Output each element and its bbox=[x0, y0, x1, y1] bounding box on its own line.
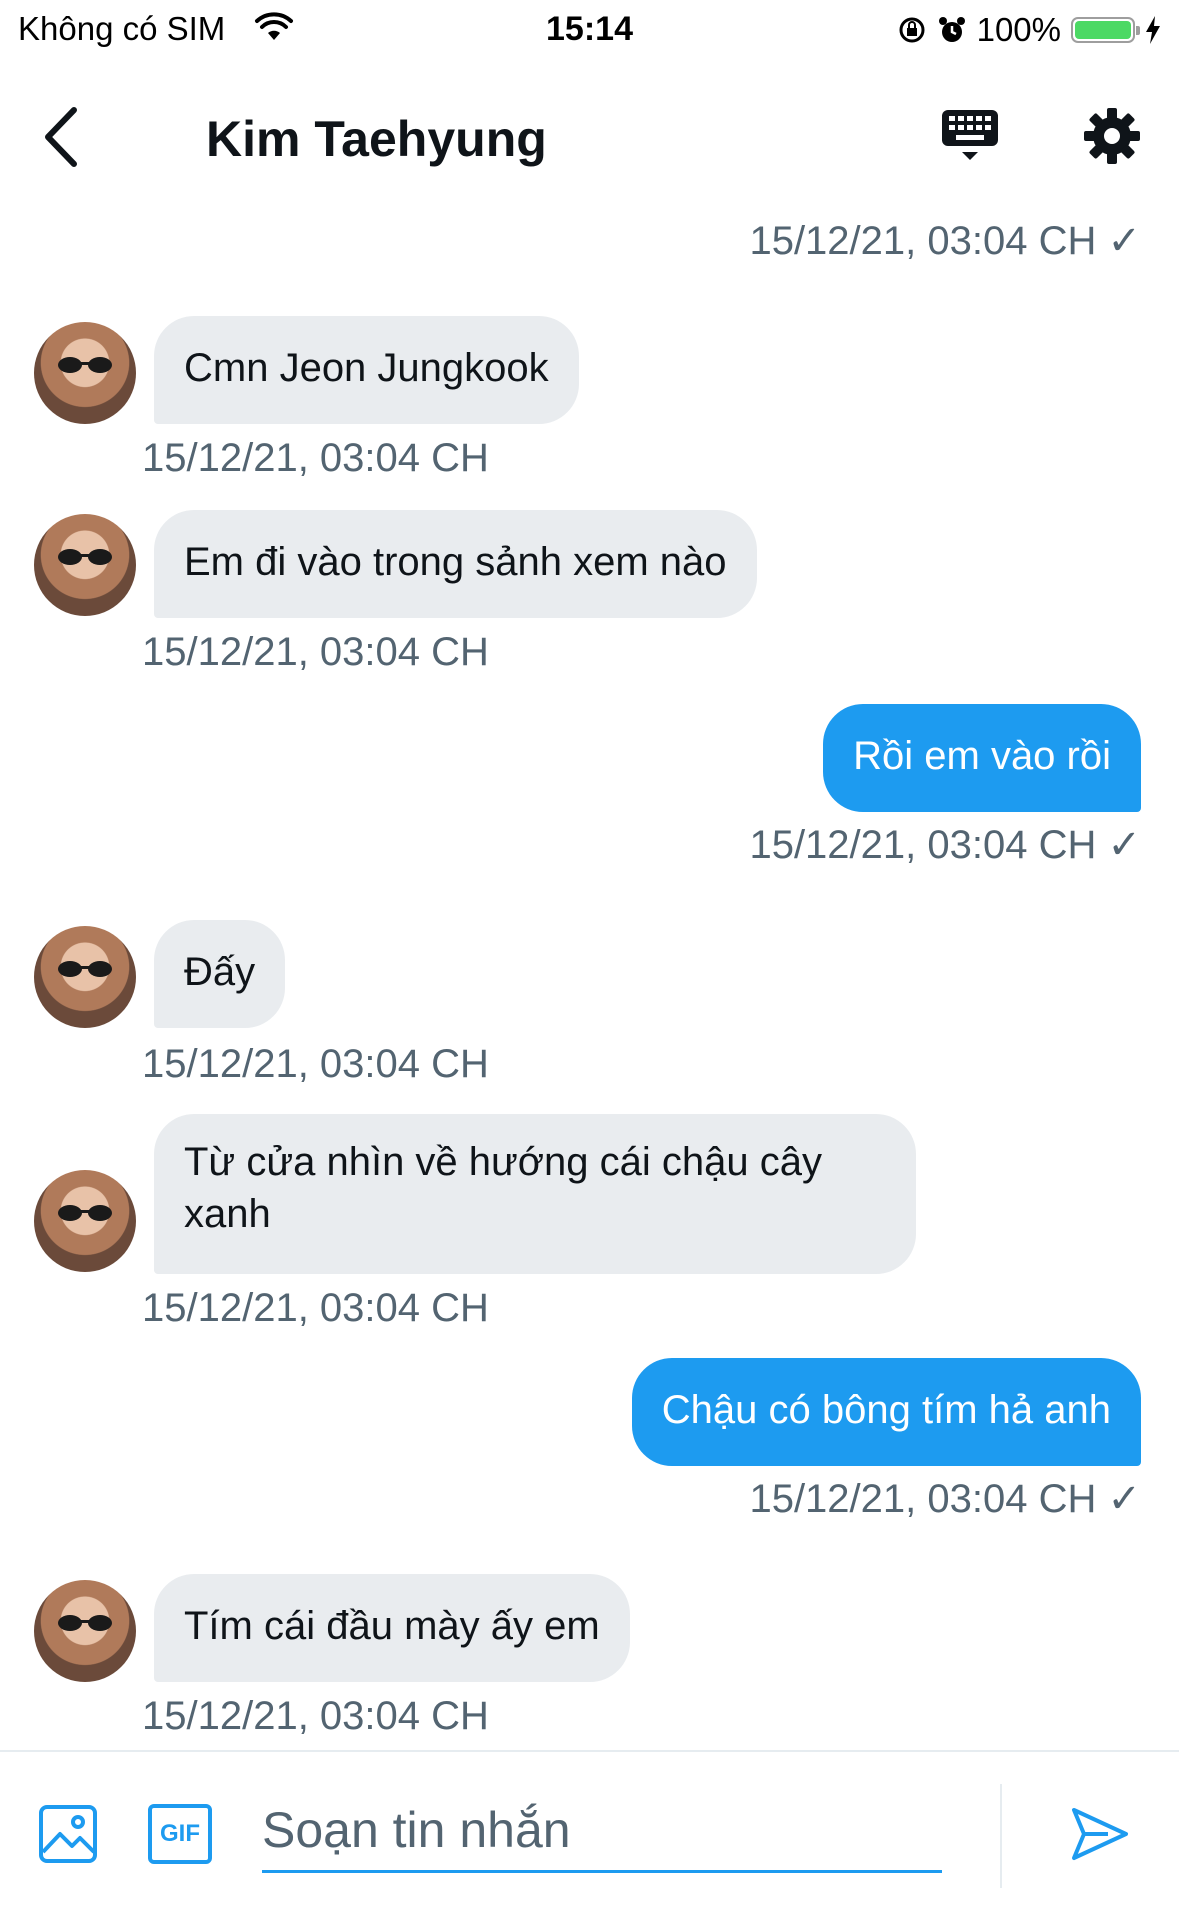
incoming-message-bubble[interactable]: Đấy bbox=[154, 920, 286, 1028]
avatar[interactable] bbox=[34, 322, 136, 424]
avatar[interactable] bbox=[34, 1580, 136, 1682]
message-timestamp: 15/12/21, 03:04 CH ✓ bbox=[749, 1477, 1141, 1521]
alarm-icon bbox=[938, 17, 965, 42]
message-timestamp: 15/12/21, 03:04 CH ✓ bbox=[749, 823, 1141, 867]
charging-icon bbox=[1146, 16, 1160, 44]
avatar[interactable] bbox=[34, 926, 136, 1028]
back-arrow-icon[interactable] bbox=[38, 102, 88, 172]
avatar[interactable] bbox=[34, 514, 136, 616]
composer-divider bbox=[1000, 1784, 1002, 1888]
outgoing-message-bubble[interactable]: Chậu có bông tím hả anh bbox=[631, 1358, 1141, 1466]
message-text: Rồi em vào rồi bbox=[853, 734, 1111, 778]
gif-label: GIF bbox=[160, 1820, 200, 1847]
sunglasses-icon bbox=[58, 961, 112, 977]
message-text: Cmn Jeon Jungkook bbox=[184, 346, 549, 390]
battery-icon bbox=[1071, 17, 1140, 43]
gif-button[interactable]: GIF bbox=[148, 1804, 212, 1864]
sunglasses-icon bbox=[58, 549, 112, 565]
message-timestamp: 15/12/21, 03:04 CH ✓ bbox=[749, 219, 1141, 263]
message-text: Đấy bbox=[184, 950, 256, 994]
message-text: Chậu có bông tím hả anh bbox=[661, 1388, 1111, 1432]
message-timestamp: 15/12/21, 03:04 CH bbox=[142, 1694, 489, 1738]
send-icon[interactable] bbox=[1068, 1802, 1132, 1866]
status-bar: Không có SIM 15:14 100% bbox=[0, 0, 1179, 60]
message-timestamp: 15/12/21, 03:04 CH bbox=[142, 1042, 489, 1086]
status-right: 100% bbox=[897, 8, 1161, 52]
rotation-lock-icon bbox=[899, 17, 925, 43]
incoming-message-bubble[interactable]: Cmn Jeon Jungkook bbox=[154, 316, 579, 424]
message-timestamp: 15/12/21, 03:04 CH bbox=[142, 436, 489, 480]
sunglasses-icon bbox=[58, 357, 112, 373]
keyboard-icon[interactable] bbox=[938, 104, 1002, 168]
sunglasses-icon bbox=[58, 1205, 112, 1221]
message-timestamp: 15/12/21, 03:04 CH bbox=[142, 1286, 489, 1330]
message-composer: GIF bbox=[0, 1750, 1179, 1922]
outgoing-message-bubble[interactable]: Rồi em vào rồi bbox=[823, 704, 1141, 812]
contact-name[interactable]: Kim Taehyung bbox=[206, 110, 547, 168]
message-input[interactable] bbox=[262, 1790, 942, 1873]
message-text: Tím cái đầu mày ấy em bbox=[184, 1604, 600, 1648]
conversation-header: Kim Taehyung bbox=[0, 60, 1179, 216]
incoming-message-bubble[interactable]: Em đi vào trong sảnh xem nào bbox=[154, 510, 757, 618]
message-text: Từ cửa nhìn về hướng cái chậu cây xanh bbox=[184, 1140, 822, 1236]
incoming-message-bubble[interactable]: Tím cái đầu mày ấy em bbox=[154, 1574, 630, 1682]
sunglasses-icon bbox=[58, 1615, 112, 1631]
message-text: Em đi vào trong sảnh xem nào bbox=[184, 540, 727, 584]
avatar[interactable] bbox=[34, 1170, 136, 1272]
battery-percent: 100% bbox=[976, 11, 1061, 48]
settings-gear-icon[interactable] bbox=[1080, 104, 1144, 168]
image-icon[interactable] bbox=[38, 1804, 98, 1864]
message-timestamp: 15/12/21, 03:04 CH bbox=[142, 630, 489, 674]
incoming-message-bubble[interactable]: Từ cửa nhìn về hướng cái chậu cây xanh bbox=[154, 1114, 916, 1274]
